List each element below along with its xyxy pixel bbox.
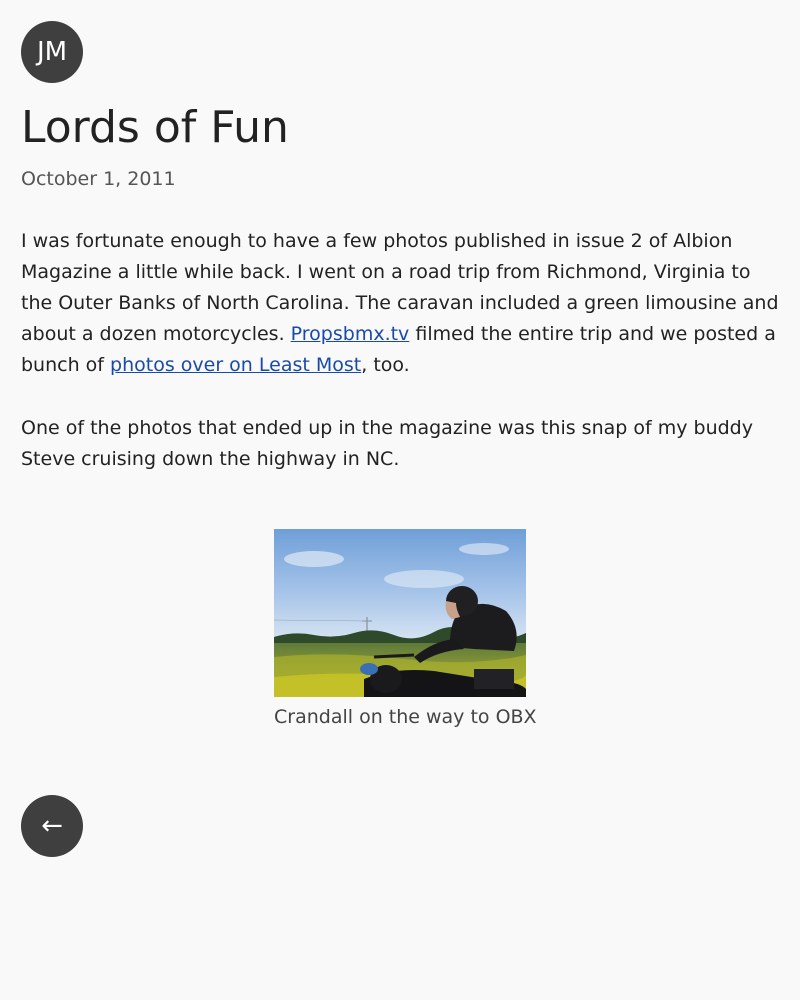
page: JM Lords of Fun October 1, 2011 I was fo… <box>0 0 800 1000</box>
propsbmx-link[interactable]: Propsbmx.tv <box>291 323 410 345</box>
back-button[interactable]: ← <box>21 795 83 857</box>
post-title: Lords of Fun <box>21 102 289 153</box>
paragraph-intro: I was fortunate enough to have a few pho… <box>21 226 781 381</box>
avatar-home-link[interactable]: JM <box>21 21 83 83</box>
photo-caption: Crandall on the way to OBX <box>274 706 537 728</box>
paragraph-photo-intro: One of the photos that ended up in the m… <box>21 417 753 470</box>
post-content: I was fortunate enough to have a few pho… <box>21 226 781 507</box>
least-most-photos-link[interactable]: photos over on Least Most <box>110 354 361 376</box>
motorcycle-photo <box>274 529 526 697</box>
left-arrow-icon: ← <box>41 811 63 841</box>
avatar-initials: JM <box>36 37 68 67</box>
post-figure: Crandall on the way to OBX <box>274 529 537 730</box>
post-date: October 1, 2011 <box>21 168 176 190</box>
paragraph-text: , too. <box>361 354 410 376</box>
